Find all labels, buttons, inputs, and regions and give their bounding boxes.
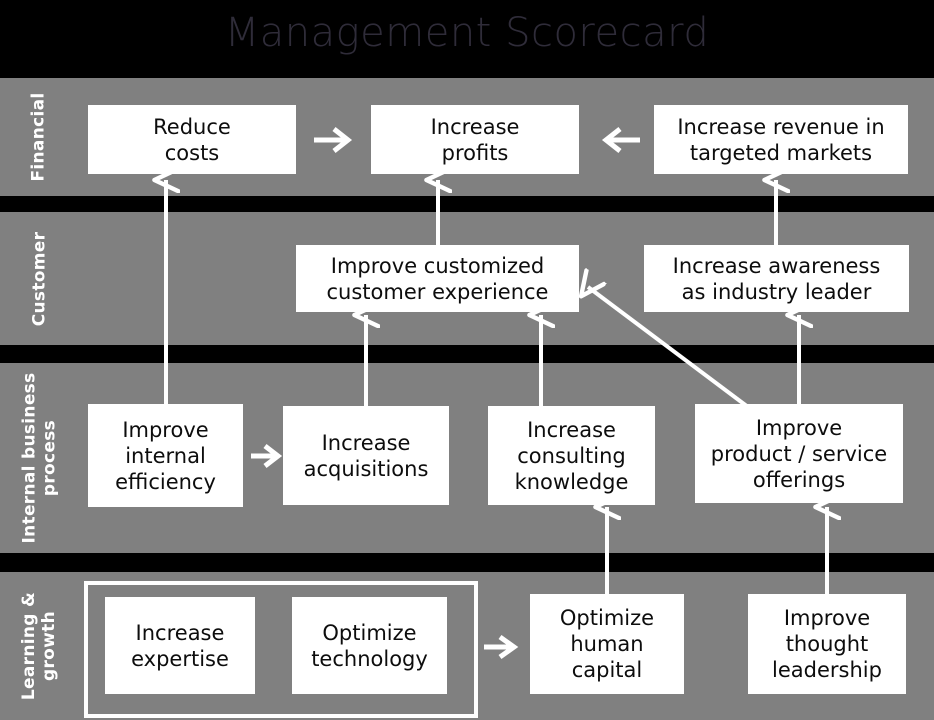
objective-improve-thought-leadership[interactable]: Improve thought leadership	[748, 594, 906, 694]
arrow-learning-cluster-to-optimize-human-capital	[484, 634, 519, 660]
arrow-reduce-costs-to-increase-profits	[314, 127, 353, 153]
strategy-map-canvas: Management Scorecard Financial Customer …	[0, 0, 934, 720]
objective-increase-revenue-in-targeted-markets[interactable]: Increase revenue in targeted markets	[654, 105, 908, 174]
perspective-label-financial: Financial	[29, 92, 49, 182]
objective-improve-customized-customer-experience[interactable]: Improve customized customer experience	[296, 245, 579, 312]
perspective-label-col-internal: Internal business process	[10, 363, 68, 553]
perspective-label-col-learning: Learning & growth	[10, 572, 68, 720]
objective-increase-expertise[interactable]: Increase expertise	[105, 597, 255, 694]
arrow-internal-efficiency-to-increase-acquisitions	[251, 444, 283, 468]
arrow-increase-revenue-to-increase-profits	[601, 127, 640, 153]
objective-reduce-costs[interactable]: Reduce costs	[88, 105, 296, 174]
objective-improve-product-service-offerings[interactable]: Improve product / service offerings	[695, 404, 903, 503]
objective-increase-consulting-knowledge[interactable]: Increase consulting knowledge	[488, 406, 655, 505]
objective-optimize-human-capital[interactable]: Optimize human capital	[530, 594, 684, 694]
objective-improve-internal-efficiency[interactable]: Improve internal efficiency	[88, 404, 243, 507]
perspective-label-customer: Customer	[29, 231, 49, 326]
objective-increase-awareness-as-industry-leader[interactable]: Increase awareness as industry leader	[644, 245, 909, 312]
perspective-label-col-customer: Customer	[10, 212, 68, 345]
page-title: Management Scorecard	[224, 10, 710, 56]
perspective-label-learning-growth: Learning & growth	[19, 591, 60, 701]
perspective-label-internal-business-process: Internal business process	[19, 372, 60, 544]
perspective-label-col-financial: Financial	[10, 78, 68, 196]
objective-optimize-technology[interactable]: Optimize technology	[292, 597, 447, 694]
objective-increase-acquisitions[interactable]: Increase acquisitions	[283, 406, 449, 505]
objective-increase-profits[interactable]: Increase profits	[371, 105, 579, 174]
